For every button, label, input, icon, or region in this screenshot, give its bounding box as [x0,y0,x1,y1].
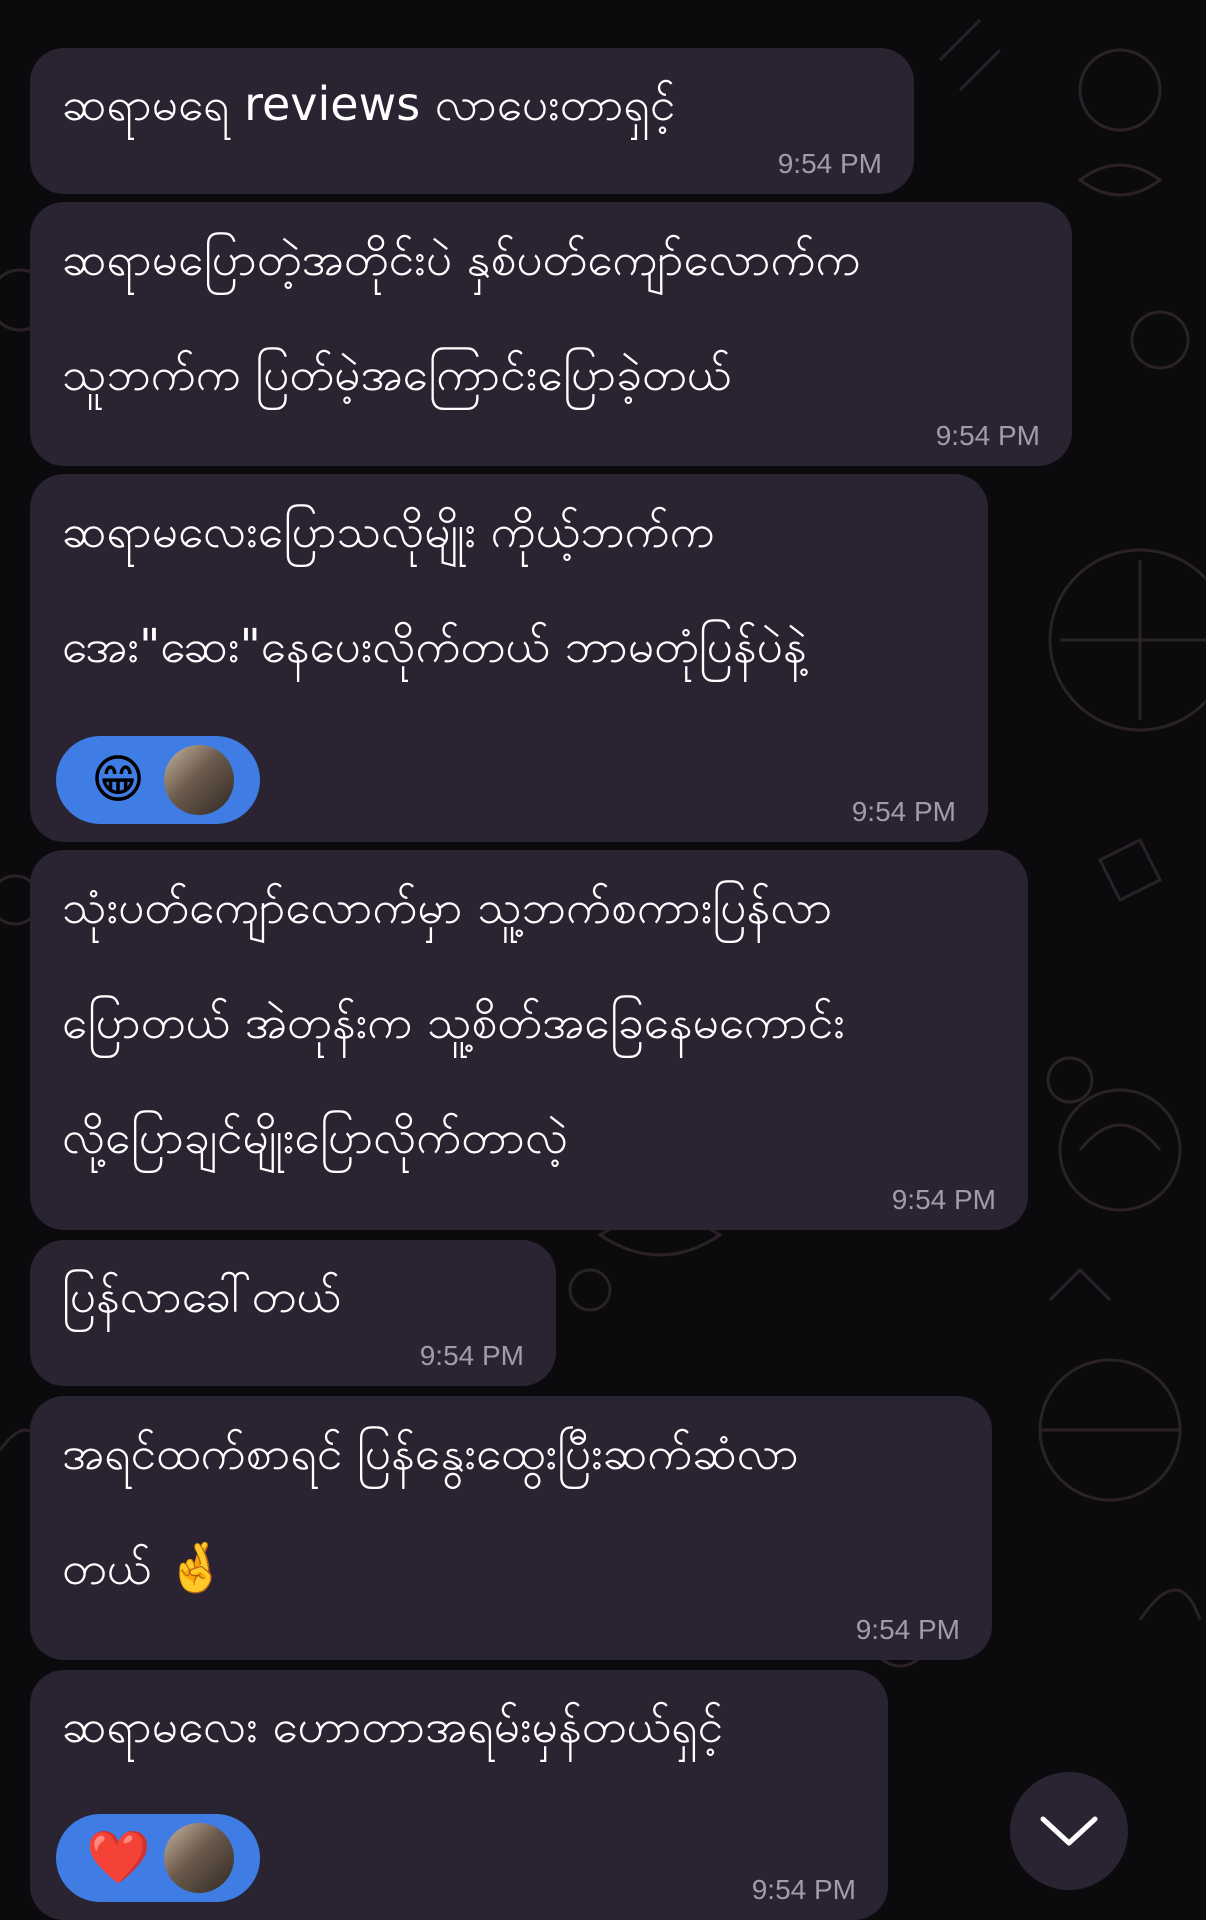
message-text: သုံးပတ်ကျော်လောက်မှာ သူ့ဘက်စကားပြန်လာပြေ… [62,850,996,1195]
message-text: ဆရာမလေးပြောသလိုမျိုး ကိုယ့်ဘက်ကအေး"ဆေး"န… [62,474,956,704]
message-line: ဆရာမလေးပြောသလိုမျိုး ကိုယ့်ဘက်က [62,504,715,558]
reaction-pill[interactable]: ❤️ [56,1814,260,1902]
message-timestamp: 9:54 PM [851,796,956,827]
message-line: သူဘက်က ပြတ်မဲ့အကြောင်းပြောခဲ့တယ် [62,347,732,401]
reaction-pill[interactable]: 😁 [56,736,260,824]
message-bubble[interactable]: အရင်ထက်စာရင် ပြန်နွေးထွေးပြီးဆက်ဆံလာ တယ် … [30,1396,992,1660]
message-line: သုံးပတ်ကျော်လောက်မှာ သူ့ဘက်စကားပြန်လာ [62,880,833,934]
message-bubble[interactable]: ဆရာမလေးပြောသလိုမျိုး ကိုယ့်ဘက်ကအေး"ဆေး"န… [30,474,988,842]
chat-message-list[interactable]: ဆရာမရေ reviews လာပေးတာရှင့် 9:54 PM ဆရာမ… [0,0,1206,1920]
message-timestamp: 9:54 PM [777,148,882,179]
message-text: အရင်ထက်စာရင် ပြန်နွေးထွေးပြီးဆက်ဆံလာ တယ် … [62,1396,960,1626]
grinning-face-emoji-icon: 😁 [90,750,146,810]
scroll-to-bottom-button[interactable] [1010,1772,1128,1890]
message-timestamp: 9:54 PM [855,1614,960,1645]
message-bubble[interactable]: ဆရာမရေ reviews လာပေးတာရှင့် 9:54 PM [30,48,914,194]
message-timestamp: 9:54 PM [935,420,1040,451]
reactor-avatar [164,745,234,815]
message-bubble[interactable]: ပြန်လာခေါ်တယ် 9:54 PM [30,1240,556,1386]
crossed-fingers-emoji-icon: 🤞 [166,1540,226,1596]
message-timestamp: 9:54 PM [751,1874,856,1905]
message-text: ပြန်လာခေါ်တယ် [62,1269,342,1323]
message-line: ပြောတယ် အဲတုန်းက သူ့စိတ်အခြေနေမကောင်း [62,995,845,1049]
message-line: အရင်ထက်စာရင် ပြန်နွေးထွေးပြီးဆက်ဆံလာ [62,1426,799,1480]
chevron-down-icon [1040,1816,1098,1846]
reactor-avatar [164,1823,234,1893]
message-text: ဆရာမပြောတဲ့အတိုင်းပဲ နှစ်ပတ်ကျော်လောက်ကသ… [62,202,1040,432]
message-text: ဆရာမရေ reviews လာပေးတာရှင့် [62,77,676,131]
message-bubble[interactable]: သုံးပတ်ကျော်လောက်မှာ သူ့ဘက်စကားပြန်လာပြေ… [30,850,1028,1230]
message-line: လို့ပြောချင်မျိုးပြောလိုက်တာလဲ့ [62,1110,569,1164]
message-bubble[interactable]: ဆရာမလေး ဟောတာအရမ်းမှန်တယ်ရှင့် ❤️ 9:54 P… [30,1670,888,1920]
message-timestamp: 9:54 PM [419,1340,524,1371]
red-heart-emoji-icon: ❤️ [86,1828,151,1888]
message-line: တယ် [62,1541,152,1595]
message-line: ဆရာမပြောတဲ့အတိုင်းပဲ နှစ်ပတ်ကျော်လောက်က [62,232,861,286]
message-bubble[interactable]: ဆရာမပြောတဲ့အတိုင်းပဲ နှစ်ပတ်ကျော်လောက်ကသ… [30,202,1072,466]
message-timestamp: 9:54 PM [891,1184,996,1215]
message-line: အေး"ဆေး"နေပေးလိုက်တယ် ဘာမတုံပြန်ပဲနဲ့ [62,619,807,673]
message-text: ဆရာမလေး ဟောတာအရမ်းမှန်တယ်ရှင့် [62,1699,724,1753]
